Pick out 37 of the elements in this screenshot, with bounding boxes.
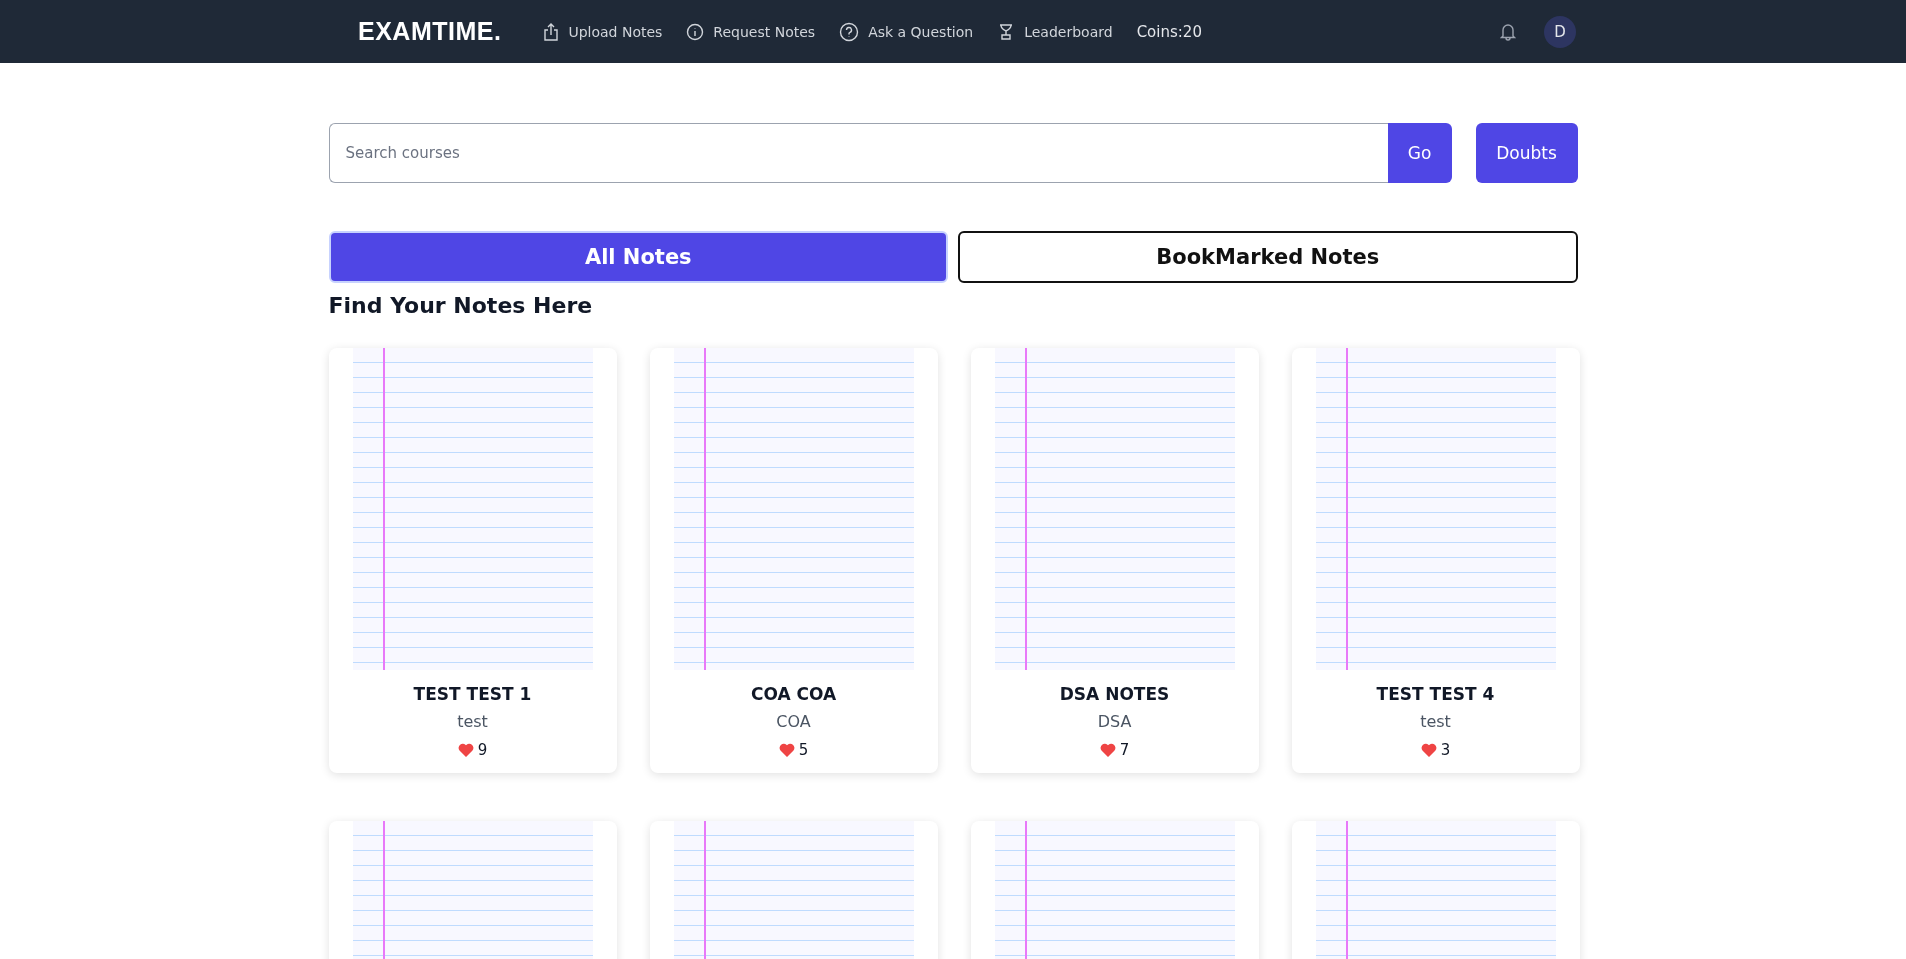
nav-link[interactable]: Upload Notes	[543, 22, 663, 41]
help-icon	[839, 21, 860, 42]
tab[interactable]: All Notes	[328, 231, 948, 283]
heart-icon[interactable]	[457, 743, 474, 757]
like-count: 5	[798, 741, 809, 759]
note-card[interactable]: COA COA COA 5	[649, 348, 938, 773]
user-avatar[interactable]: D	[1544, 15, 1576, 48]
logo[interactable]: EXAMTIME.	[358, 17, 502, 46]
go-button[interactable]: Go	[1387, 123, 1452, 183]
info-icon	[686, 22, 705, 41]
note-card[interactable]: TEST TEST 1 test 9	[328, 348, 617, 773]
coins-count: Coins:20	[1136, 22, 1202, 41]
search-field[interactable]: Search courses	[328, 123, 1388, 183]
like-count: 7	[1119, 741, 1130, 759]
nav-link[interactable]: Request Notes	[686, 22, 816, 41]
notification-bell-icon[interactable]	[1500, 22, 1516, 41]
note-card[interactable]: DSA NOTES DSA 7	[970, 348, 1259, 773]
note-title: TEST TEST 1	[413, 684, 532, 704]
tab[interactable]: BookMarked Notes	[958, 231, 1578, 283]
like-count: 9	[477, 741, 488, 759]
heart-icon[interactable]	[778, 743, 795, 757]
note-subject: COA	[776, 712, 811, 731]
note-title: COA COA	[750, 684, 837, 704]
nav-link[interactable]: Ask a Question	[839, 21, 974, 42]
note-card[interactable]: TEST TEST 4 test 3	[1291, 348, 1580, 773]
doubts-button[interactable]: Doubts	[1475, 123, 1578, 183]
heart-icon[interactable]	[1420, 743, 1437, 757]
note-subject: test	[1420, 712, 1451, 731]
note-subject: DSA	[1097, 712, 1132, 731]
nav-link[interactable]: Leaderboard	[997, 22, 1113, 41]
note-subject: test	[457, 712, 488, 731]
like-count: 3	[1440, 741, 1451, 759]
note-title: DSA NOTES	[1059, 684, 1170, 704]
heart-icon[interactable]	[1099, 743, 1116, 757]
upload-icon	[543, 22, 560, 41]
note-title: TEST TEST 4	[1376, 684, 1495, 704]
section-heading: Find Your Notes Here	[328, 293, 594, 318]
